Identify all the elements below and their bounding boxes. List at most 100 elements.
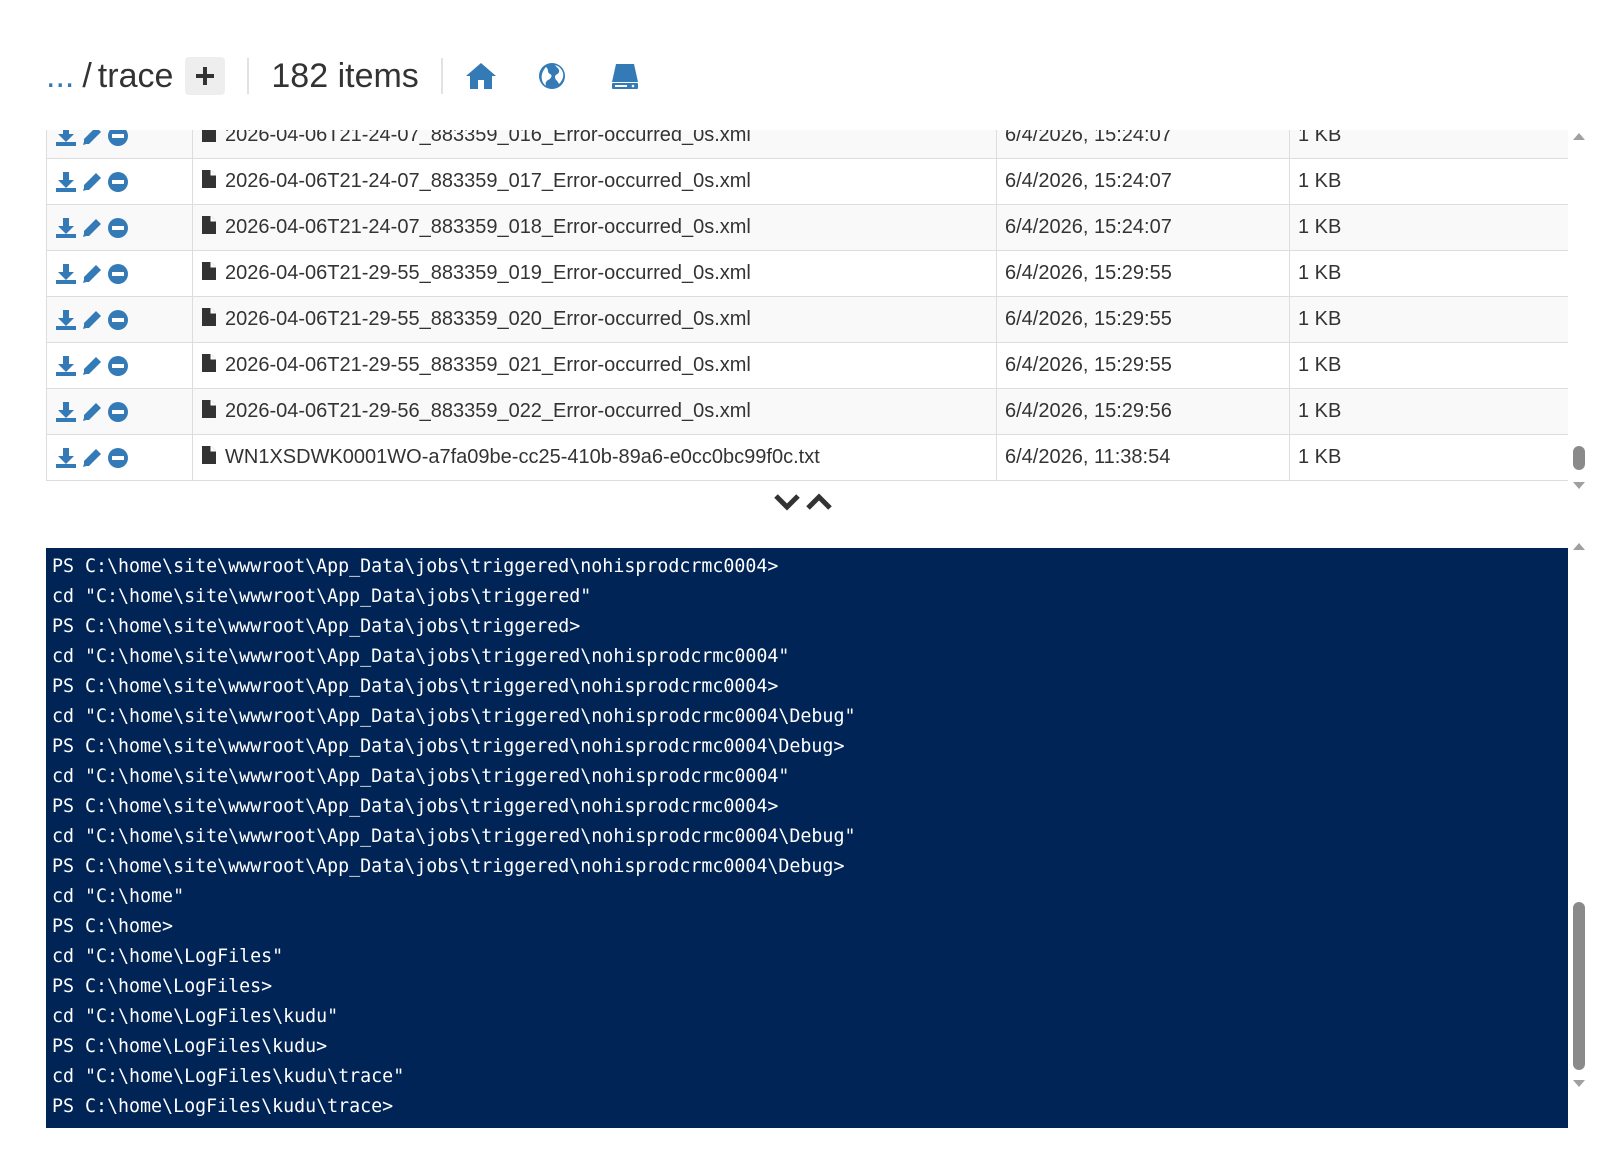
current-folder-name: trace [97,56,174,95]
scroll-up-arrow-icon[interactable] [1570,538,1588,554]
download-icon[interactable] [55,309,77,331]
file-icon [201,130,217,149]
console-scrollbar[interactable] [1570,538,1588,1094]
edit-pencil-icon[interactable] [81,171,103,193]
file-size: 1 KB [1289,158,1568,205]
file-table-body: 2026-04-06T21-24-07_883359_016_Error-occ… [46,130,1568,481]
file-row[interactable]: 2026-04-06T21-29-56_883359_022_Error-occ… [46,388,1568,435]
file-row[interactable]: 2026-04-06T21-24-07_883359_016_Error-occ… [46,130,1568,159]
file-size: 1 KB [1289,342,1568,389]
delete-minus-icon[interactable] [107,263,129,285]
edit-pencil-icon[interactable] [81,355,103,377]
console-line: PS C:\home\site\wwwroot\App_Data\jobs\tr… [52,736,845,757]
file-size: 1 KB [1289,296,1568,343]
path-header: ... / trace 182 items [46,52,639,100]
file-modified: 6/4/2026, 15:29:55 [996,342,1290,389]
scroll-down-arrow-icon[interactable] [1570,1076,1588,1092]
file-icon [201,353,217,379]
file-name-cell[interactable]: 2026-04-06T21-29-56_883359_022_Error-occ… [192,388,997,435]
file-row[interactable]: WN1XSDWK0001WO-a7fa09be-cc25-410b-89a6-e… [46,434,1568,481]
delete-minus-icon[interactable] [107,130,129,147]
file-modified: 6/4/2026, 15:24:07 [996,158,1290,205]
download-icon[interactable] [55,171,77,193]
file-icon [201,399,217,425]
download-icon[interactable] [55,130,77,147]
console-output: PS C:\home\site\wwwroot\App_Data\jobs\tr… [46,548,1568,1122]
row-actions-cell [46,388,193,435]
globe-button[interactable] [537,61,567,91]
edit-pencil-icon[interactable] [81,447,103,469]
file-name-cell[interactable]: 2026-04-06T21-29-55_883359_020_Error-occ… [192,296,997,343]
download-icon[interactable] [55,401,77,423]
file-name-cell[interactable]: 2026-04-06T21-24-07_883359_016_Error-occ… [192,130,997,159]
file-size: 1 KB [1289,250,1568,297]
file-name-cell[interactable]: 2026-04-06T21-24-07_883359_017_Error-occ… [192,158,997,205]
file-name[interactable]: 2026-04-06T21-24-07_883359_018_Error-occ… [225,216,751,239]
file-size: 1 KB [1289,204,1568,251]
file-name[interactable]: 2026-04-06T21-24-07_883359_016_Error-occ… [225,130,751,147]
file-row[interactable]: 2026-04-06T21-24-07_883359_018_Error-occ… [46,204,1568,251]
file-name[interactable]: 2026-04-06T21-24-07_883359_017_Error-occ… [225,170,751,193]
console-line: PS C:\home\site\wwwroot\App_Data\jobs\tr… [52,856,845,877]
download-icon[interactable] [55,263,77,285]
console-line: cd "C:\home\LogFiles\kudu\trace" [52,1066,405,1087]
file-modified: 6/4/2026, 15:29:55 [996,296,1290,343]
console-line: cd "C:\home\site\wwwroot\App_Data\jobs\t… [52,646,790,667]
file-list-pane: 2026-04-06T21-24-07_883359_016_Error-occ… [46,130,1568,487]
file-name[interactable]: 2026-04-06T21-29-55_883359_021_Error-occ… [225,354,751,377]
file-icon [201,261,217,287]
delete-minus-icon[interactable] [107,217,129,239]
file-modified: 6/4/2026, 11:38:54 [996,434,1290,481]
console-line: PS C:\home\LogFiles\kudu\trace> [52,1096,394,1117]
download-icon[interactable] [55,447,77,469]
file-name[interactable]: 2026-04-06T21-29-55_883359_019_Error-occ… [225,262,751,285]
header-divider [247,58,250,94]
breadcrumb-ellipsis[interactable]: ... [46,57,74,96]
file-name-cell[interactable]: WN1XSDWK0001WO-a7fa09be-cc25-410b-89a6-e… [192,434,997,481]
file-name-cell[interactable]: 2026-04-06T21-24-07_883359_018_Error-occ… [192,204,997,251]
file-name[interactable]: 2026-04-06T21-29-55_883359_020_Error-occ… [225,308,751,331]
file-row[interactable]: 2026-04-06T21-24-07_883359_017_Error-occ… [46,158,1568,205]
console-line: PS C:\home> [52,916,174,937]
file-size: 1 KB [1289,388,1568,435]
file-row[interactable]: 2026-04-06T21-29-55_883359_019_Error-occ… [46,250,1568,297]
edit-pencil-icon[interactable] [81,401,103,423]
file-icon [201,169,217,195]
file-list-scroll-thumb[interactable] [1573,446,1585,470]
file-name-cell[interactable]: 2026-04-06T21-29-55_883359_019_Error-occ… [192,250,997,297]
chevron-down-icon[interactable] [774,493,800,511]
console-line: PS C:\home\site\wwwroot\App_Data\jobs\tr… [52,676,779,697]
edit-pencil-icon[interactable] [81,130,103,147]
download-icon[interactable] [55,217,77,239]
file-table: 2026-04-06T21-24-07_883359_016_Error-occ… [46,130,1568,481]
download-icon[interactable] [55,355,77,377]
delete-minus-icon[interactable] [107,309,129,331]
file-name[interactable]: WN1XSDWK0001WO-a7fa09be-cc25-410b-89a6-e… [225,446,820,469]
delete-minus-icon[interactable] [107,447,129,469]
delete-minus-icon[interactable] [107,355,129,377]
drive-icon [611,64,638,89]
edit-pencil-icon[interactable] [81,263,103,285]
powershell-console[interactable]: PS C:\home\site\wwwroot\App_Data\jobs\tr… [46,548,1568,1128]
header-divider [440,58,443,94]
chevron-up-icon[interactable] [806,493,832,511]
delete-minus-icon[interactable] [107,401,129,423]
console-scroll-thumb[interactable] [1573,902,1585,1070]
file-icon [201,307,217,333]
edit-pencil-icon[interactable] [81,309,103,331]
scroll-up-arrow-icon[interactable] [1570,128,1588,144]
home-button[interactable] [465,61,497,91]
file-name-cell[interactable]: 2026-04-06T21-29-55_883359_021_Error-occ… [192,342,997,389]
add-button[interactable] [185,57,226,95]
drive-button[interactable] [611,61,639,91]
file-list-scrollbar[interactable] [1570,128,1588,494]
console-line: cd "C:\home\site\wwwroot\App_Data\jobs\t… [52,586,592,607]
delete-minus-icon[interactable] [107,171,129,193]
console-line: cd "C:\home\site\wwwroot\App_Data\jobs\t… [52,826,856,847]
row-actions-cell [46,204,193,251]
edit-pencil-icon[interactable] [81,217,103,239]
file-name[interactable]: 2026-04-06T21-29-56_883359_022_Error-occ… [225,400,751,423]
file-row[interactable]: 2026-04-06T21-29-55_883359_021_Error-occ… [46,342,1568,389]
file-row[interactable]: 2026-04-06T21-29-55_883359_020_Error-occ… [46,296,1568,343]
scroll-down-arrow-icon[interactable] [1570,478,1588,494]
